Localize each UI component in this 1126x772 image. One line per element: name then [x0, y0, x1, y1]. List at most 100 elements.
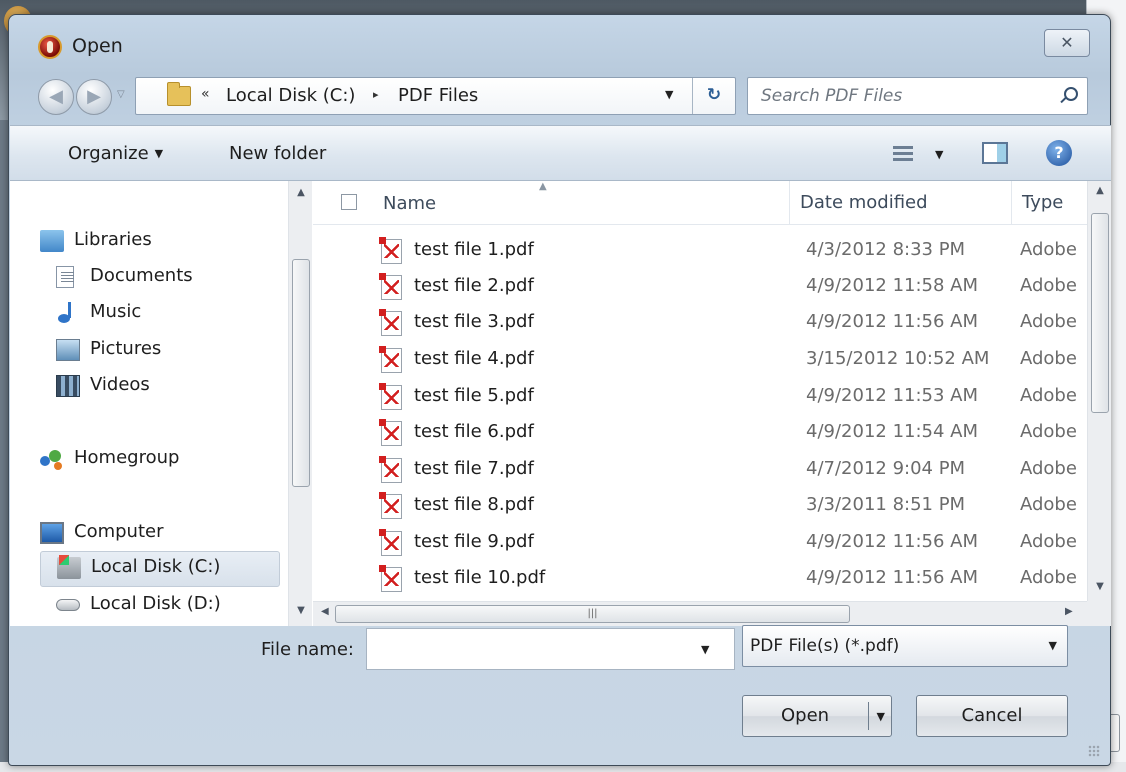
- select-all-checkbox[interactable]: [341, 194, 357, 210]
- sidebar-item-local-disk-d[interactable]: Local Disk (D:): [56, 589, 280, 623]
- scrollbar-thumb[interactable]: [292, 259, 310, 487]
- table-row[interactable]: test file 4.pdf 3/15/2012 10:52 AM Adobe: [313, 342, 1087, 378]
- file-date-modified: 3/3/2011 8:51 PM: [806, 494, 966, 515]
- file-type: Adobe: [1020, 275, 1077, 296]
- column-header-date-modified[interactable]: Date modified: [789, 181, 928, 225]
- scroll-left-arrow-icon[interactable]: ◀: [321, 606, 329, 617]
- file-type: Adobe: [1020, 348, 1077, 369]
- sidebar-item-computer[interactable]: Computer: [40, 517, 280, 551]
- documents-icon: [56, 266, 74, 288]
- organize-menu-button[interactable]: Organize ▼: [68, 143, 163, 164]
- open-options-dropdown-icon[interactable]: ▼: [877, 697, 885, 737]
- file-name: test file 3.pdf: [414, 311, 534, 332]
- sidebar-item-libraries[interactable]: Libraries: [40, 225, 280, 259]
- sidebar-item-label: Computer: [74, 521, 164, 542]
- command-toolbar: Organize ▼ New folder ▼ ?: [10, 125, 1111, 181]
- search-box[interactable]: Search PDF Files: [747, 77, 1088, 115]
- scroll-up-arrow-icon[interactable]: ▲: [289, 187, 313, 198]
- table-row[interactable]: test file 1.pdf 4/3/2012 8:33 PM Adobe: [313, 233, 1087, 269]
- table-row[interactable]: test file 3.pdf 4/9/2012 11:56 AM Adobe: [313, 305, 1087, 341]
- music-icon: [56, 302, 80, 324]
- change-view-icon[interactable]: [893, 146, 913, 162]
- navigation-pane-scrollbar[interactable]: ▲ ▼: [288, 181, 312, 626]
- forward-arrow-icon: ▶: [87, 86, 101, 107]
- file-date-modified: 4/9/2012 11:54 AM: [806, 421, 979, 442]
- file-type: Adobe: [1020, 567, 1077, 588]
- file-list-vertical-scrollbar[interactable]: ▲ ▼: [1087, 181, 1111, 601]
- file-type: Adobe: [1020, 385, 1077, 406]
- pdf-file-icon: [379, 383, 402, 410]
- sidebar-item-music[interactable]: Music: [56, 297, 280, 331]
- sidebar-item-homegroup[interactable]: Homegroup: [40, 443, 280, 477]
- scroll-down-arrow-icon[interactable]: ▼: [289, 605, 313, 616]
- file-name: test file 8.pdf: [414, 494, 534, 515]
- breadcrumb-local-disk-c[interactable]: Local Disk (C:): [226, 85, 355, 106]
- open-button[interactable]: Open ▼: [742, 695, 892, 737]
- file-name: test file 7.pdf: [414, 458, 534, 479]
- scroll-right-arrow-icon[interactable]: ▶: [1065, 606, 1073, 617]
- organize-dropdown-icon: ▼: [154, 147, 164, 160]
- column-header-type[interactable]: Type: [1011, 181, 1063, 225]
- file-date-modified: 4/7/2012 9:04 PM: [806, 458, 966, 479]
- file-name-label: File name:: [261, 639, 354, 660]
- sidebar-item-label: Local Disk (D:): [90, 593, 221, 614]
- resize-grip-icon[interactable]: [1088, 745, 1100, 757]
- table-row[interactable]: test file 2.pdf 4/9/2012 11:58 AM Adobe: [313, 269, 1087, 305]
- table-row[interactable]: test file 8.pdf 3/3/2011 8:51 PM Adobe: [313, 488, 1087, 524]
- recent-locations-dropdown-icon[interactable]: ▽: [117, 89, 125, 100]
- close-button[interactable]: ✕: [1044, 29, 1090, 57]
- new-folder-button[interactable]: New folder: [229, 143, 326, 164]
- open-dialog: Open ✕ ◀ ▶ ▽ « Local Disk (C:) ▸ PDF Fil…: [8, 14, 1111, 766]
- search-icon[interactable]: [1064, 87, 1078, 101]
- file-date-modified: 4/9/2012 11:56 AM: [806, 567, 979, 588]
- table-row[interactable]: test file 9.pdf 4/9/2012 11:56 AM Adobe: [313, 525, 1087, 561]
- file-list-horizontal-scrollbar[interactable]: ◀ ||| ▶: [313, 601, 1087, 626]
- split-divider: [868, 702, 869, 730]
- address-history-dropdown-icon[interactable]: ▼: [665, 88, 673, 101]
- column-header-row: Name ▲ Date modified Type: [313, 181, 1087, 225]
- sidebar-item-local-disk-c[interactable]: Local Disk (C:): [40, 551, 280, 587]
- sort-ascending-icon: ▲: [539, 181, 547, 192]
- preview-pane-icon[interactable]: [982, 142, 1008, 164]
- pictures-icon: [56, 339, 80, 361]
- chevron-down-icon: ▼: [1048, 639, 1057, 652]
- column-header-name[interactable]: Name: [383, 193, 436, 214]
- file-type: Adobe: [1020, 311, 1077, 332]
- forward-button[interactable]: ▶: [76, 79, 112, 115]
- pdf-file-icon: [379, 529, 402, 556]
- sidebar-item-documents[interactable]: Documents: [56, 261, 280, 295]
- search-input[interactable]: Search PDF Files: [761, 86, 902, 106]
- scroll-down-arrow-icon[interactable]: ▼: [1088, 581, 1111, 592]
- table-row[interactable]: test file 10.pdf 4/9/2012 11:56 AM Adobe: [313, 561, 1087, 597]
- sidebar-item-videos[interactable]: Videos: [56, 370, 280, 404]
- breadcrumb-overflow-chevron[interactable]: «: [201, 86, 210, 102]
- pdf-file-icon: [379, 309, 402, 336]
- file-name-input[interactable]: [366, 628, 735, 670]
- help-icon[interactable]: ?: [1046, 140, 1072, 166]
- breadcrumb-pdf-files[interactable]: PDF Files: [398, 85, 478, 106]
- scroll-up-arrow-icon[interactable]: ▲: [1088, 185, 1111, 196]
- table-row[interactable]: test file 7.pdf 4/7/2012 9:04 PM Adobe: [313, 452, 1087, 488]
- breadcrumb-separator-icon[interactable]: ▸: [373, 88, 379, 101]
- homegroup-icon: [40, 448, 64, 470]
- pdf-file-icon: [379, 237, 402, 264]
- navigation-bar: ◀ ▶ ▽ « Local Disk (C:) ▸ PDF Files ▼ ↻ …: [9, 75, 1110, 119]
- file-type-filter-select[interactable]: PDF File(s) (*.pdf) ▼: [742, 625, 1068, 667]
- table-row[interactable]: test file 5.pdf 4/9/2012 11:53 AM Adobe: [313, 379, 1087, 415]
- table-row[interactable]: test file 6.pdf 4/9/2012 11:54 AM Adobe: [313, 415, 1087, 451]
- file-name: test file 10.pdf: [414, 567, 546, 588]
- refresh-icon[interactable]: ↻: [692, 78, 735, 114]
- videos-icon: [56, 375, 80, 397]
- file-date-modified: 3/15/2012 10:52 AM: [806, 348, 990, 369]
- back-arrow-icon: ◀: [49, 86, 63, 107]
- scrollbar-thumb[interactable]: |||: [335, 605, 850, 623]
- navigation-pane: Libraries Documents Music Pictures Video…: [10, 181, 312, 626]
- cancel-button[interactable]: Cancel: [916, 695, 1068, 737]
- scrollbar-thumb[interactable]: [1091, 213, 1109, 413]
- view-options-dropdown-icon[interactable]: ▼: [935, 148, 943, 161]
- sidebar-item-pictures[interactable]: Pictures: [56, 334, 280, 368]
- local-disk-d-icon: [56, 599, 80, 611]
- back-button[interactable]: ◀: [38, 79, 74, 115]
- address-bar[interactable]: « Local Disk (C:) ▸ PDF Files ▼ ↻: [135, 77, 736, 115]
- open-button-label: Open: [781, 705, 830, 726]
